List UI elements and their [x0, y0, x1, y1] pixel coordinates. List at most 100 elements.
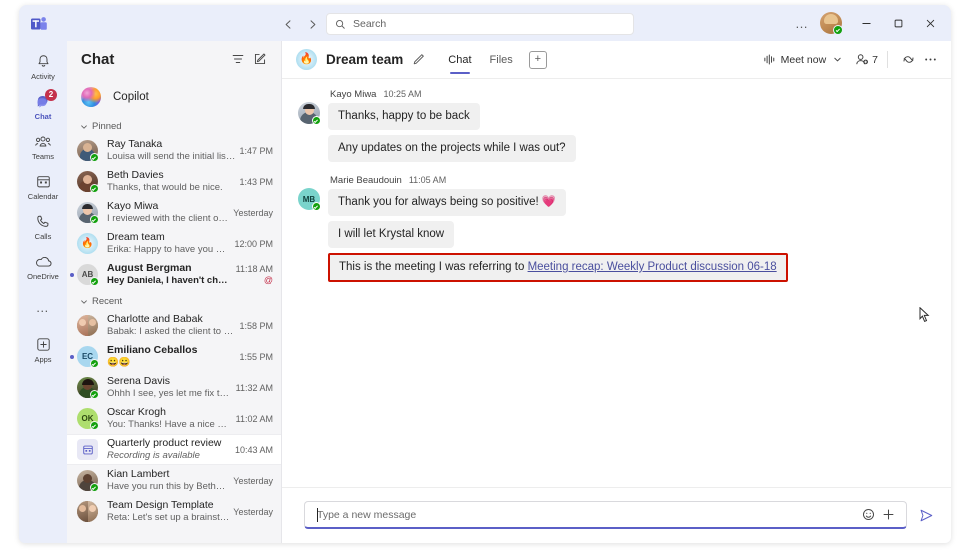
presence-available-icon — [312, 202, 321, 211]
minimize-button[interactable] — [851, 9, 881, 37]
chat-item-time: 11:32 AM — [235, 382, 273, 393]
participants-count: 7 — [872, 53, 878, 66]
avatar — [77, 377, 99, 399]
chat-item-time: 1:43 PM — [239, 176, 273, 187]
chat-item-preview: 😀😀 — [107, 357, 131, 368]
compose-area: Type a new message — [282, 487, 951, 543]
participants-button[interactable]: 7 — [855, 53, 878, 66]
message-bubble-highlighted[interactable]: This is the meeting I was referring to M… — [328, 253, 788, 282]
chevron-down-icon[interactable] — [833, 55, 842, 64]
message-list: Kayo Miwa 10:25 AM Thanks, happy to be b… — [282, 79, 951, 487]
chat-list-item[interactable]: OK Oscar Krogh You: Thanks! Have a nice … — [67, 403, 281, 434]
meet-now-icon — [763, 53, 776, 66]
avatar — [77, 470, 99, 492]
pencil-icon[interactable] — [409, 51, 427, 69]
chat-list-item[interactable]: Ray Tanaka Louisa will send the initial … — [67, 135, 281, 166]
chat-item-preview: Hey Daniela, I haven't checked… — [107, 275, 232, 286]
message-body: Marie Beaudouin 11:05 AM Thank you for a… — [328, 175, 935, 282]
group-header-recent[interactable]: Recent — [67, 293, 281, 310]
chat-list-item[interactable]: AB August Bergman Hey Daniela, I haven't… — [67, 259, 281, 290]
send-icon[interactable] — [913, 502, 939, 528]
chat-list-item[interactable]: Team Design Template Reta: Let's set up … — [67, 496, 281, 527]
chat-item-preview: Thanks, that would be nice. — [107, 182, 223, 193]
chat-list-item-selected[interactable]: Quarterly product review Recording is av… — [67, 434, 281, 465]
people-icon — [855, 53, 870, 66]
presence-available-icon — [90, 277, 99, 286]
teams-people-icon — [34, 132, 52, 151]
chat-item-name: Charlotte and Babak — [107, 313, 203, 325]
search-input[interactable]: Search — [326, 13, 634, 35]
copilot-icon[interactable] — [897, 49, 919, 71]
avatar — [77, 501, 98, 522]
add-attachment-icon[interactable] — [878, 505, 898, 525]
chat-item-preview: Babak: I asked the client to send… — [107, 326, 235, 337]
filter-icon[interactable] — [227, 48, 249, 70]
tab-chat[interactable]: Chat — [439, 41, 480, 79]
rail-item-apps[interactable]: Apps — [19, 330, 67, 369]
conversation-panel: 🔥 Dream team Chat Files + Meet now 7 Kay… — [282, 41, 951, 543]
group-header-pinned[interactable]: Pinned — [67, 118, 281, 135]
rail-item-teams[interactable]: Teams — [19, 127, 67, 166]
presence-available-icon — [90, 184, 99, 193]
chat-list-item[interactable]: Serena Davis Ohhh I see, yes let me fix … — [67, 372, 281, 403]
tab-files[interactable]: Files — [481, 41, 522, 79]
rail-item-activity[interactable]: Activity — [19, 47, 67, 86]
rail-more-icon[interactable]: … — [19, 292, 67, 322]
chat-panel-header: Chat — [67, 41, 281, 77]
back-button[interactable] — [277, 13, 299, 35]
message-bubble[interactable]: Thanks, happy to be back — [328, 103, 480, 130]
chat-item-time: 11:02 AM — [235, 413, 273, 424]
add-tab-icon[interactable]: + — [528, 50, 547, 69]
chat-list-item[interactable]: 🔥 Dream team Erika: Happy to have you ba… — [67, 228, 281, 259]
message-input[interactable]: Type a new message — [304, 501, 907, 529]
presence-available-icon — [90, 421, 99, 430]
chat-item-name: August Bergman — [107, 262, 192, 274]
search-placeholder: Search — [353, 18, 387, 30]
presence-available-icon — [90, 153, 99, 162]
chat-list-item[interactable]: EC Emiliano Ceballos 😀😀 1:55 PM — [67, 341, 281, 372]
avatar: AB — [77, 264, 99, 286]
chat-item-name: Ray Tanaka — [107, 138, 163, 150]
titlebar-more-icon[interactable]: … — [790, 9, 814, 37]
copilot-item[interactable]: Copilot — [67, 79, 281, 115]
tab-chat-label: Chat — [448, 53, 472, 66]
message-bubble[interactable]: Any updates on the projects while I was … — [328, 135, 576, 162]
more-options-icon[interactable] — [919, 49, 941, 71]
message-text: This is the meeting I was referring to — [339, 261, 528, 273]
message-group: Kayo Miwa 10:25 AM Thanks, happy to be b… — [282, 89, 951, 167]
message-author: Marie Beaudouin — [330, 175, 402, 186]
message-input-placeholder: Type a new message — [317, 508, 417, 521]
presence-available-icon — [90, 483, 99, 492]
maximize-button[interactable] — [883, 9, 913, 37]
meeting-recording-icon — [77, 439, 98, 460]
avatar: 🔥 — [77, 233, 98, 254]
chat-list-item[interactable]: Kayo Miwa I reviewed with the client on … — [67, 197, 281, 228]
rail-item-chat[interactable]: 2 Chat — [19, 87, 67, 126]
avatar: OK — [77, 408, 99, 430]
rail-item-calendar[interactable]: Calendar — [19, 167, 67, 206]
rail-item-onedrive[interactable]: OneDrive — [19, 247, 67, 286]
avatar: MB — [298, 188, 321, 211]
user-avatar[interactable] — [820, 12, 843, 35]
rail-label-activity: Activity — [31, 72, 55, 81]
bell-icon — [35, 52, 52, 71]
meet-now-button[interactable]: Meet now — [761, 53, 845, 66]
chat-list-item[interactable]: Kian Lambert Have you run this by Beth? … — [67, 465, 281, 496]
rail-item-calls[interactable]: Calls — [19, 207, 67, 246]
message-meta: Marie Beaudouin 11:05 AM — [328, 175, 935, 186]
conversation-header: 🔥 Dream team Chat Files + Meet now 7 — [282, 41, 951, 79]
message-bubble[interactable]: I will let Krystal know — [328, 221, 455, 248]
screen: Search … Activity 2 Chat Teams Calendar … — [0, 0, 960, 550]
chevron-down-icon — [79, 122, 88, 131]
navigation-buttons — [277, 13, 323, 35]
forward-button[interactable] — [301, 13, 323, 35]
emoji-icon[interactable] — [858, 505, 878, 525]
new-chat-icon[interactable] — [249, 48, 271, 70]
message-bubble[interactable]: Thank you for always being so positive! … — [328, 189, 567, 216]
close-button[interactable] — [915, 9, 945, 37]
mention-icon: @ — [263, 275, 273, 285]
heart-emoji-icon: 💗 — [541, 196, 557, 208]
chat-list-item[interactable]: Beth Davies Thanks, that would be nice. … — [67, 166, 281, 197]
chat-list-item[interactable]: Charlotte and Babak Babak: I asked the c… — [67, 310, 281, 341]
meeting-recap-link[interactable]: Meeting recap: Weekly Product discussion… — [528, 261, 777, 273]
